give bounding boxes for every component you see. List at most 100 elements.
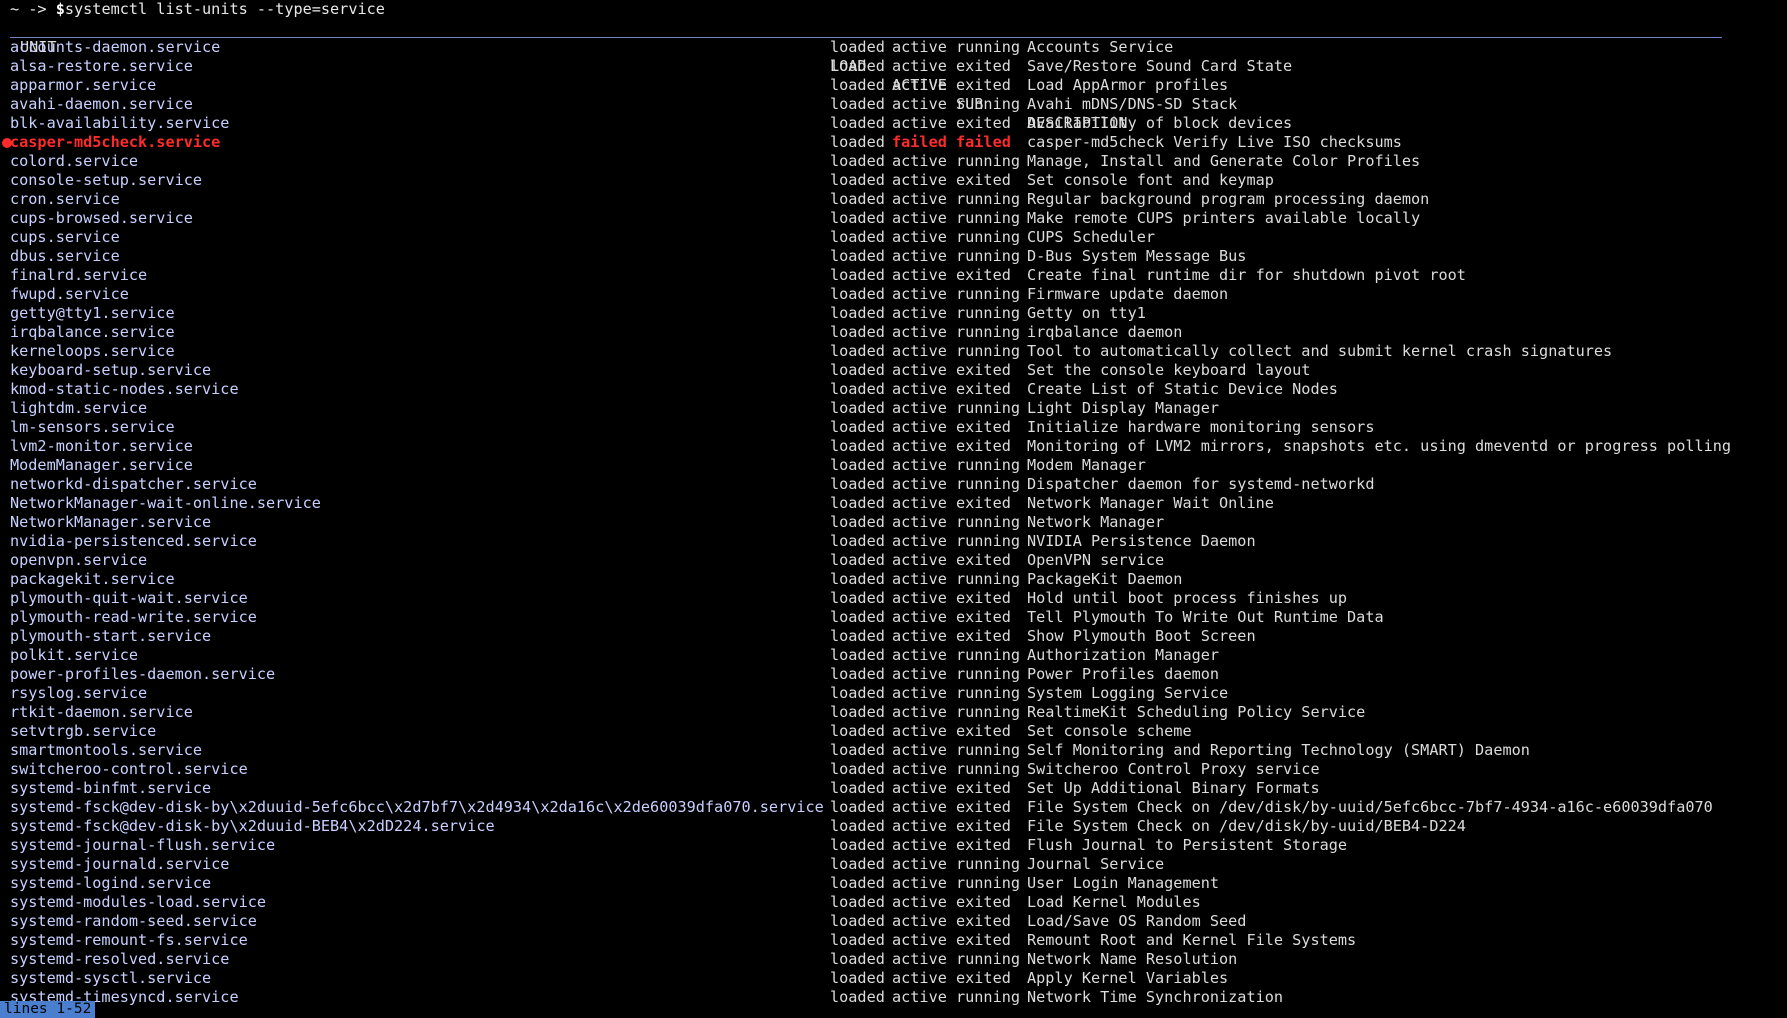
table-row: kmod-static-nodes.service loaded active exi… [0,380,1787,399]
unit-description: Set console scheme [1027,722,1192,740]
unit-sub: exited [956,266,1011,284]
unit-description: RealtimeKit Scheduling Policy Service [1027,703,1366,721]
unit-sub: failed [956,133,1011,151]
table-row: systemd-modules-load.service loaded active… [0,893,1787,912]
unit-active: active [892,532,947,550]
unit-load: loaded [830,836,885,854]
unit-name: NetworkManager.service [10,513,212,531]
unit-description: Accounts Service [1027,38,1174,56]
unit-description: Save/Restore Sound Card State [1027,57,1293,75]
unit-sub: exited [956,494,1011,512]
table-row: systemd-journal-flush.service loaded activ… [0,836,1787,855]
unit-name: plymouth-read-write.service [10,608,257,626]
unit-load: loaded [830,323,885,341]
unit-load: loaded [830,228,885,246]
unit-active: active [892,589,947,607]
unit-active: active [892,342,947,360]
table-header: UNIT LOAD ACTIVE SUB DESCRIPTION [10,19,1722,132]
unit-description: Create List of Static Device Nodes [1027,380,1338,398]
unit-name: console-setup.service [10,171,203,189]
unit-sub: exited [956,76,1011,94]
unit-sub: exited [956,171,1011,189]
unit-name: dbus.service [10,247,120,265]
unit-sub: running [956,190,1021,208]
unit-name: rsyslog.service [10,684,148,702]
unit-sub: running [956,855,1021,873]
table-row: nvidia-persistenced.service loaded active r… [0,532,1787,551]
table-row: accounts-daemon.service loaded active runni… [0,38,1787,57]
unit-sub: running [956,665,1021,683]
table-row: avahi-daemon.service loaded active running A… [0,95,1787,114]
table-row: alsa-restore.service loaded active exited Sa… [0,57,1787,76]
unit-name: polkit.service [10,646,139,664]
unit-description: Availability of block devices [1027,114,1293,132]
unit-name: systemd-journald.service [10,855,230,873]
unit-load: loaded [830,494,885,512]
table-row: keyboard-setup.service loaded active exited… [0,361,1787,380]
table-row: systemd-fsck@dev-disk-by\x2duuid-5efc6bc… [0,798,1787,817]
unit-sub: running [956,475,1021,493]
unit-sub: running [956,285,1021,303]
unit-active: active [892,323,947,341]
unit-description: Modem Manager [1027,456,1146,474]
unit-description: D-Bus System Message Bus [1027,247,1247,265]
unit-name: colord.service [10,152,139,170]
unit-description: Network Time Synchronization [1027,988,1284,1006]
unit-name: systemd-resolved.service [10,950,230,968]
table-row: irqbalance.service loaded active running irq… [0,323,1787,342]
unit-name: systemd-sysctl.service [10,969,212,987]
unit-description: Network Manager Wait Online [1027,494,1274,512]
unit-load: loaded [830,570,885,588]
unit-active: active [892,988,947,1006]
unit-load: loaded [830,209,885,227]
unit-name: accounts-daemon.service [10,38,221,56]
unit-load: loaded [830,57,885,75]
unit-description: CUPS Scheduler [1027,228,1156,246]
unit-description: Hold until boot process finishes up [1027,589,1348,607]
unit-description: Make remote CUPS printers available loca… [1027,209,1421,227]
unit-active: active [892,817,947,835]
unit-load: loaded [830,703,885,721]
unit-name: systemd-random-seed.service [10,912,257,930]
table-row: power-profiles-daemon.service loaded activ… [0,665,1787,684]
table-row: ModemManager.service loaded active running M… [0,456,1787,475]
unit-load: loaded [830,513,885,531]
unit-active: active [892,874,947,892]
unit-active: active [892,228,947,246]
unit-sub: exited [956,969,1011,987]
unit-load: loaded [830,380,885,398]
unit-sub: running [956,703,1021,721]
table-row: apparmor.service loaded active exited Load A… [0,76,1787,95]
unit-load: loaded [830,969,885,987]
unit-description: Authorization Manager [1027,646,1220,664]
unit-load: loaded [830,741,885,759]
unit-name: systemd-fsck@dev-disk-by\x2duuid-5efc6bc… [10,798,824,816]
unit-load: loaded [830,874,885,892]
unit-active: active [892,684,947,702]
unit-description: Flush Journal to Persistent Storage [1027,836,1348,854]
terminal-window[interactable]: ~ -> $systemctl list-units --type=servic… [0,0,1787,1018]
unit-description: User Login Management [1027,874,1220,892]
unit-active: active [892,266,947,284]
unit-sub: running [956,646,1021,664]
unit-name: rtkit-daemon.service [10,703,193,721]
unit-active: active [892,38,947,56]
unit-active: active [892,209,947,227]
unit-load: loaded [830,722,885,740]
unit-sub: running [956,38,1021,56]
table-row: packagekit.service loaded active running Pac… [0,570,1787,589]
unit-load: loaded [830,76,885,94]
unit-active: active [892,513,947,531]
unit-sub: exited [956,931,1011,949]
table-row: openvpn.service loaded active exited OpenVPN… [0,551,1787,570]
unit-load: loaded [830,912,885,930]
unit-description: Network Manager [1027,513,1165,531]
unit-name: systemd-modules-load.service [10,893,267,911]
unit-name: power-profiles-daemon.service [10,665,276,683]
unit-load: loaded [830,95,885,113]
table-row: smartmontools.service loaded active running… [0,741,1787,760]
unit-load: loaded [830,551,885,569]
unit-description: Journal Service [1027,855,1165,873]
unit-load: loaded [830,342,885,360]
unit-description: OpenVPN service [1027,551,1165,569]
